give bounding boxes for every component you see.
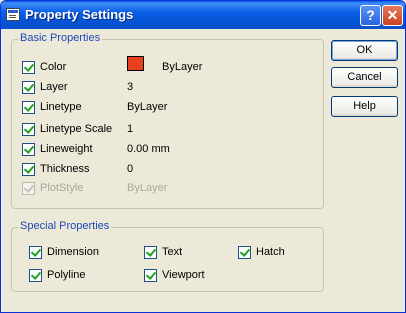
text-label: Text (162, 246, 183, 258)
linetype-label: Linetype (40, 101, 82, 113)
hatch-label: Hatch (256, 246, 285, 258)
dimension-checkbox[interactable] (29, 246, 42, 259)
layer-value: 3 (127, 81, 134, 93)
viewport-label: Viewport (162, 269, 205, 281)
color-label: Color (40, 61, 67, 73)
basic-properties-title: Basic Properties (18, 32, 103, 44)
plotstyle-checkbox (22, 182, 35, 195)
color-swatch[interactable] (127, 56, 144, 71)
cancel-button[interactable]: Cancel (331, 67, 398, 88)
ok-button[interactable]: OK (331, 40, 398, 61)
special-properties-title: Special Properties (18, 220, 112, 232)
text-checkbox[interactable] (144, 246, 157, 259)
plotstyle-label: PlotStyle (40, 182, 84, 194)
close-button[interactable]: ✕ (382, 5, 403, 26)
dimension-label: Dimension (47, 246, 99, 258)
dialog-icon (6, 8, 20, 21)
hatch-checkbox[interactable] (238, 246, 251, 259)
linetype-scale-checkbox[interactable] (22, 123, 35, 136)
linetype-scale-label: Linetype Scale (40, 123, 113, 135)
linetype-value: ByLayer (127, 101, 168, 113)
viewport-checkbox[interactable] (144, 269, 157, 282)
color-checkbox[interactable] (22, 61, 35, 74)
polyline-label: Polyline (47, 269, 86, 281)
thickness-value: 0 (127, 163, 134, 175)
color-value: ByLayer (162, 61, 203, 73)
layer-label: Layer (40, 81, 68, 93)
lineweight-label: Lineweight (40, 143, 93, 155)
special-properties-group: Special Properties Dimension Text Hatch … (11, 220, 324, 292)
layer-checkbox[interactable] (22, 81, 35, 94)
thickness-checkbox[interactable] (22, 163, 35, 176)
plotstyle-value: ByLayer (127, 182, 168, 194)
help-button[interactable]: Help (331, 96, 398, 117)
polyline-checkbox[interactable] (29, 269, 42, 282)
thickness-label: Thickness (40, 163, 90, 175)
window-title: Property Settings (25, 7, 134, 22)
help-title-button[interactable]: ? (360, 5, 381, 26)
linetype-scale-value: 1 (127, 123, 134, 135)
lineweight-checkbox[interactable] (22, 143, 35, 156)
property-settings-dialog: Property Settings ? ✕ Basic Properties C… (0, 0, 406, 313)
basic-properties-group: Basic Properties Color ByLayer Layer 3 L… (11, 32, 324, 209)
linetype-checkbox[interactable] (22, 101, 35, 114)
title-bar[interactable]: Property Settings ? ✕ (1, 1, 405, 29)
lineweight-value: 0.00 mm (127, 143, 170, 155)
